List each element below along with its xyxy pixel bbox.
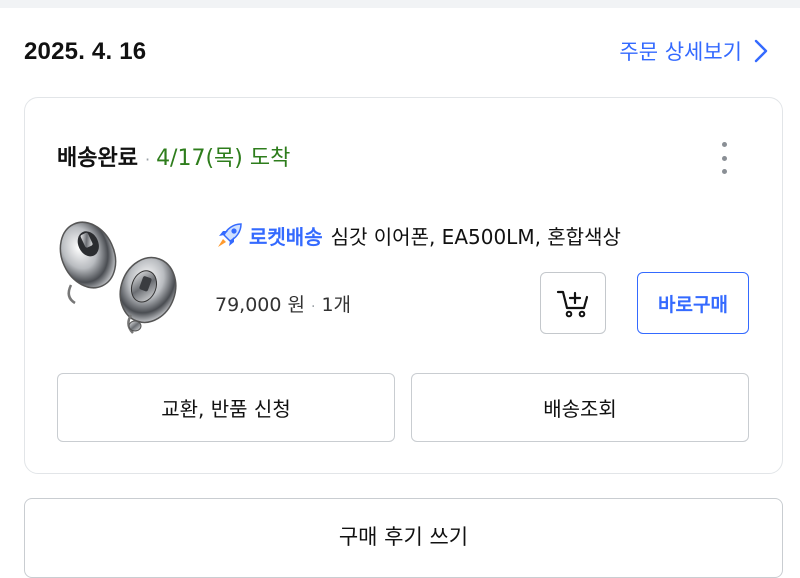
order-detail-label: 주문 상세보기 xyxy=(619,40,742,64)
chevron-right-icon xyxy=(754,39,768,63)
rocket-delivery-badge: 로켓배송 xyxy=(249,224,323,249)
arrival-date: 4/17(목) 도착 xyxy=(156,146,291,171)
top-divider-strip xyxy=(0,0,800,8)
exchange-return-button[interactable]: 교환, 반품 신청 xyxy=(57,373,395,442)
write-review-button[interactable]: 구매 후기 쓰기 xyxy=(24,498,783,578)
product-price: 79,000 원 xyxy=(215,294,306,316)
separator-dot: · xyxy=(144,150,151,169)
buy-now-button[interactable]: 바로구매 xyxy=(637,272,749,334)
product-image[interactable] xyxy=(53,210,188,335)
product-title-line[interactable]: 로켓배송 심갓 이어폰, EA500LM, 혼합색상 xyxy=(215,220,621,250)
add-to-cart-button[interactable] xyxy=(540,272,606,334)
order-date: 2025. 4. 16 xyxy=(24,38,147,65)
delivery-status-line: 배송완료 · 4/17(목) 도착 xyxy=(57,140,290,172)
add-to-cart-icon xyxy=(556,290,589,318)
separator-dot: · xyxy=(311,299,316,315)
price-quantity-line: 79,000 원 · 1개 xyxy=(215,290,351,317)
order-header: 2025. 4. 16 주문 상세보기 xyxy=(0,8,800,96)
delivery-status: 배송완료 xyxy=(57,146,138,171)
more-vertical-icon[interactable] xyxy=(718,142,730,174)
order-card: 배송완료 · 4/17(목) 도착 로켓배송 심갓 이어폰, EA500LM, … xyxy=(24,97,783,474)
product-name: 심갓 이어폰, EA500LM, 혼합색상 xyxy=(330,224,621,249)
product-quantity: 1개 xyxy=(321,294,352,316)
rocket-icon xyxy=(218,223,242,247)
order-detail-link[interactable]: 주문 상세보기 xyxy=(619,36,770,66)
write-review-label: 구매 후기 쓰기 xyxy=(338,525,469,549)
delivery-tracking-button[interactable]: 배송조회 xyxy=(411,373,749,442)
